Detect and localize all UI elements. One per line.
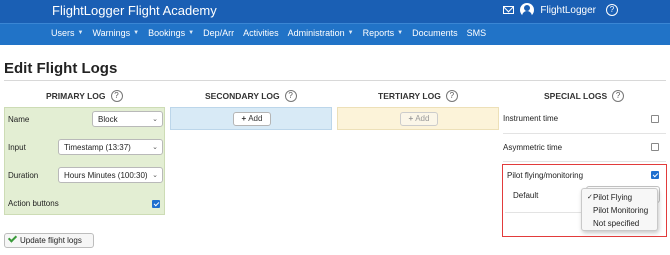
tertiary-log-panel: + Add: [337, 107, 499, 130]
chevron-down-icon: ▼: [188, 30, 195, 36]
user-name[interactable]: FlightLogger: [540, 5, 596, 16]
nav-item-warnings[interactable]: Warnings ▼: [92, 28, 139, 38]
app-title[interactable]: FlightLogger Flight Academy: [52, 3, 217, 18]
divider: [503, 161, 666, 162]
nav-item-documents[interactable]: Documents: [412, 28, 458, 38]
pilot-flying-checkbox[interactable]: [651, 171, 659, 179]
check-icon: [7, 233, 18, 243]
chevron-down-icon: ⌄: [152, 172, 158, 179]
special-logs-heading: SPECIAL LOGS ?: [544, 90, 625, 102]
instrument-time-checkbox[interactable]: [651, 115, 659, 123]
divider: [503, 133, 666, 134]
nav-item-users[interactable]: Users ▼: [51, 28, 83, 38]
nav-item-bookings[interactable]: Bookings ▼: [148, 28, 194, 38]
nav-item-sms[interactable]: SMS: [467, 28, 487, 38]
dropdown-option-pilot-monitoring[interactable]: Pilot Monitoring: [582, 204, 657, 217]
default-dropdown-menu: ✓ Pilot Flying Pilot Monitoring Not speci…: [581, 188, 658, 231]
chevron-down-icon: ⌄: [152, 116, 158, 123]
user-avatar-icon[interactable]: [520, 3, 535, 17]
dropdown-option-not-specified[interactable]: Not specified: [582, 217, 657, 230]
duration-label: Duration: [8, 171, 39, 180]
plus-icon: +: [408, 114, 414, 123]
header-user-area: FlightLogger ?: [503, 3, 618, 17]
add-tertiary-log-button[interactable]: + Add: [400, 112, 438, 126]
action-buttons-label: Action buttons: [8, 199, 59, 208]
secondary-log-heading: SECONDARY LOG ?: [205, 90, 297, 102]
plus-icon: +: [241, 114, 247, 123]
nav-item-dep-arr[interactable]: Dep/Arr: [203, 28, 234, 38]
chevron-down-icon: ▼: [397, 30, 404, 36]
chevron-down-icon: ▼: [77, 30, 84, 36]
action-buttons-checkbox[interactable]: [152, 200, 160, 208]
title-divider: [4, 80, 666, 81]
duration-select[interactable]: Hours Minutes (100:30) ⌄: [58, 167, 163, 183]
name-label: Name: [8, 115, 30, 124]
primary-log-heading: PRIMARY LOG ?: [46, 90, 123, 102]
name-select[interactable]: Block ⌄: [92, 111, 163, 127]
main-nav: Users ▼ Warnings ▼ Bookings ▼ Dep/Arr Activ…: [0, 23, 670, 45]
chevron-down-icon: ⌄: [152, 144, 158, 151]
chevron-down-icon: ▼: [347, 30, 354, 36]
nav-item-reports[interactable]: Reports ▼: [363, 28, 403, 38]
help-icon[interactable]: ?: [606, 4, 618, 16]
secondary-log-panel: + Add: [170, 107, 332, 130]
instrument-time-label: Instrument time: [503, 114, 559, 123]
input-select[interactable]: Timestamp (13:37) ⌄: [58, 139, 163, 155]
tertiary-log-heading: TERTIARY LOG ?: [378, 90, 458, 102]
check-icon: ✓: [587, 194, 593, 201]
help-icon[interactable]: ?: [612, 90, 625, 102]
nav-item-activities[interactable]: Activities: [243, 28, 279, 38]
page-title: Edit Flight Logs: [4, 60, 118, 77]
add-secondary-log-button[interactable]: + Add: [233, 112, 271, 126]
mail-icon[interactable]: [503, 6, 515, 14]
primary-log-panel: Name Block ⌄ Input Timestamp (13:37) ⌄ Dur…: [4, 107, 165, 215]
help-icon[interactable]: ?: [284, 90, 297, 102]
help-icon[interactable]: ?: [445, 90, 458, 102]
dropdown-option-pilot-flying[interactable]: ✓ Pilot Flying: [582, 191, 657, 204]
nav-item-administration[interactable]: Administration ▼: [288, 28, 354, 38]
asymmetric-time-checkbox[interactable]: [651, 143, 659, 151]
help-icon[interactable]: ?: [110, 90, 123, 102]
pilot-flying-label: Pilot flying/monitoring: [507, 171, 584, 180]
divider: [505, 212, 585, 213]
chevron-down-icon: ▼: [133, 30, 140, 36]
input-label: Input: [8, 143, 26, 152]
update-flight-logs-button[interactable]: Update flight logs: [4, 233, 94, 248]
top-header: FlightLogger Flight Academy FlightLogger…: [0, 0, 670, 23]
asymmetric-time-label: Asymmetric time: [503, 143, 563, 152]
